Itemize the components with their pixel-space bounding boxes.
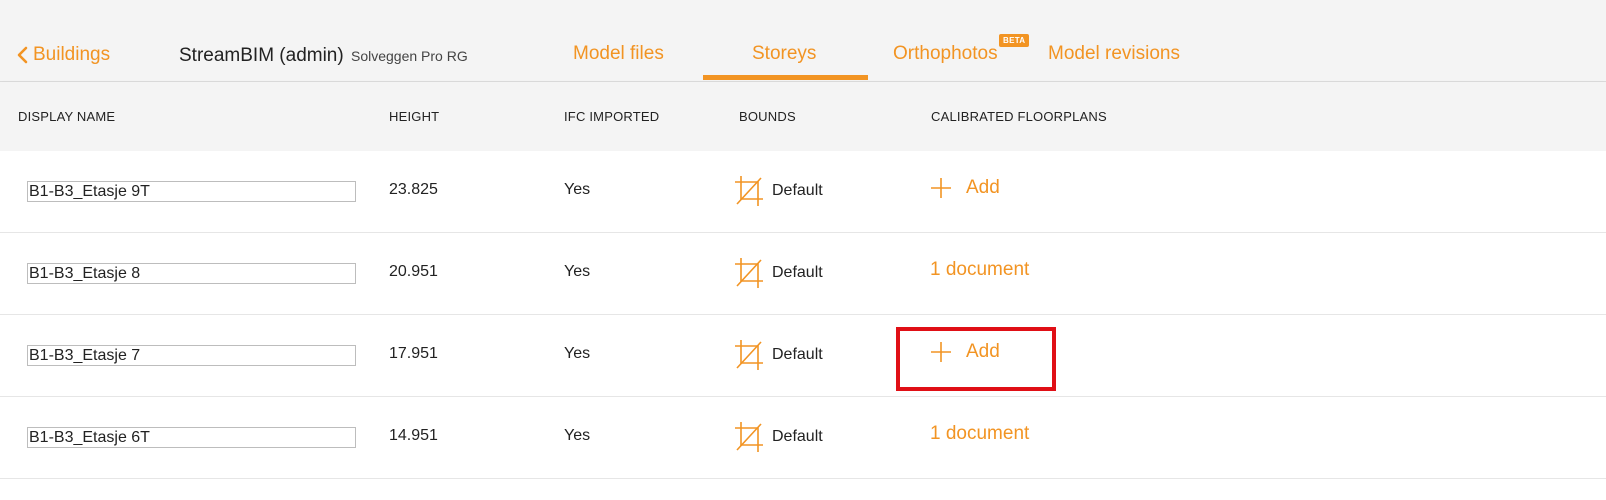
display-name-input[interactable] (27, 345, 356, 366)
app-title: StreamBIM (admin) Solveggen Pro RG (179, 45, 468, 67)
column-header-ifc-imported[interactable]: IFC IMPORTED (564, 109, 659, 124)
display-name-input[interactable] (27, 263, 356, 284)
beta-badge: BETA (999, 34, 1030, 47)
add-floorplan-label: Add (966, 341, 1000, 362)
back-link-label: Buildings (33, 44, 111, 65)
bounds-button[interactable]: Default (734, 175, 823, 207)
table-row: 17.951 Yes Default Add (0, 315, 1606, 397)
ifc-imported-value: Yes (564, 345, 591, 362)
crop-icon (735, 258, 763, 288)
chevron-left-icon (17, 46, 28, 64)
ifc-imported-value: Yes (564, 263, 591, 280)
table-row: 20.951 Yes Default 1 document (0, 233, 1606, 315)
column-header-height[interactable]: HEIGHT (389, 109, 439, 124)
plus-icon (931, 342, 951, 362)
tab-storeys[interactable]: Storeys (752, 43, 816, 65)
add-floorplan-button[interactable]: Add (930, 341, 1000, 363)
column-header-bounds[interactable]: BOUNDS (739, 109, 796, 124)
table-row: 14.951 Yes Default 1 document (0, 397, 1606, 479)
column-header-display-name[interactable]: DISPLAY NAME (18, 109, 115, 124)
bounds-label: Default (772, 264, 823, 281)
bounds-label: Default (772, 346, 823, 363)
floorplan-documents-link[interactable]: 1 document (930, 259, 1029, 281)
bounds-button[interactable]: Default (734, 339, 823, 371)
bounds-button[interactable]: Default (734, 257, 823, 289)
height-value: 17.951 (389, 345, 438, 362)
floorplan-documents-label: 1 document (930, 423, 1030, 444)
display-name-input[interactable] (27, 427, 356, 448)
tab-orthophotos[interactable]: Orthophotos (893, 43, 998, 65)
top-navigation-bar: Buildings StreamBIM (admin) Solveggen Pr… (0, 0, 1606, 82)
table-header: DISPLAY NAME HEIGHT IFC IMPORTED BOUNDS … (0, 82, 1606, 151)
floorplan-documents-link[interactable]: 1 document (930, 423, 1029, 445)
ifc-imported-value: Yes (564, 181, 591, 198)
bounds-label: Default (772, 428, 823, 445)
height-value: 20.951 (389, 263, 438, 280)
add-floorplan-label: Add (966, 177, 1000, 198)
height-value: 14.951 (389, 427, 438, 444)
crop-icon (735, 422, 763, 452)
tab-model-revisions[interactable]: Model revisions (1048, 43, 1180, 65)
crop-icon (735, 176, 763, 206)
ifc-imported-value: Yes (564, 427, 591, 444)
table-row: 23.825 Yes Default Add (0, 151, 1606, 233)
add-floorplan-button[interactable]: Add (930, 177, 1000, 199)
display-name-input[interactable] (27, 181, 356, 202)
plus-icon (931, 178, 951, 198)
bounds-button[interactable]: Default (734, 421, 823, 453)
active-tab-indicator (703, 75, 868, 80)
height-value: 23.825 (389, 181, 438, 198)
back-to-buildings-link[interactable]: Buildings (16, 44, 110, 66)
floorplan-documents-label: 1 document (930, 259, 1030, 280)
bounds-label: Default (772, 182, 823, 199)
app-title-text: StreamBIM (admin) (179, 45, 344, 66)
crop-icon (735, 340, 763, 370)
column-header-calibrated-floorplans[interactable]: CALIBRATED FLOORPLANS (931, 109, 1107, 124)
project-name: Solveggen Pro RG (350, 48, 468, 64)
tab-model-files[interactable]: Model files (573, 43, 664, 65)
